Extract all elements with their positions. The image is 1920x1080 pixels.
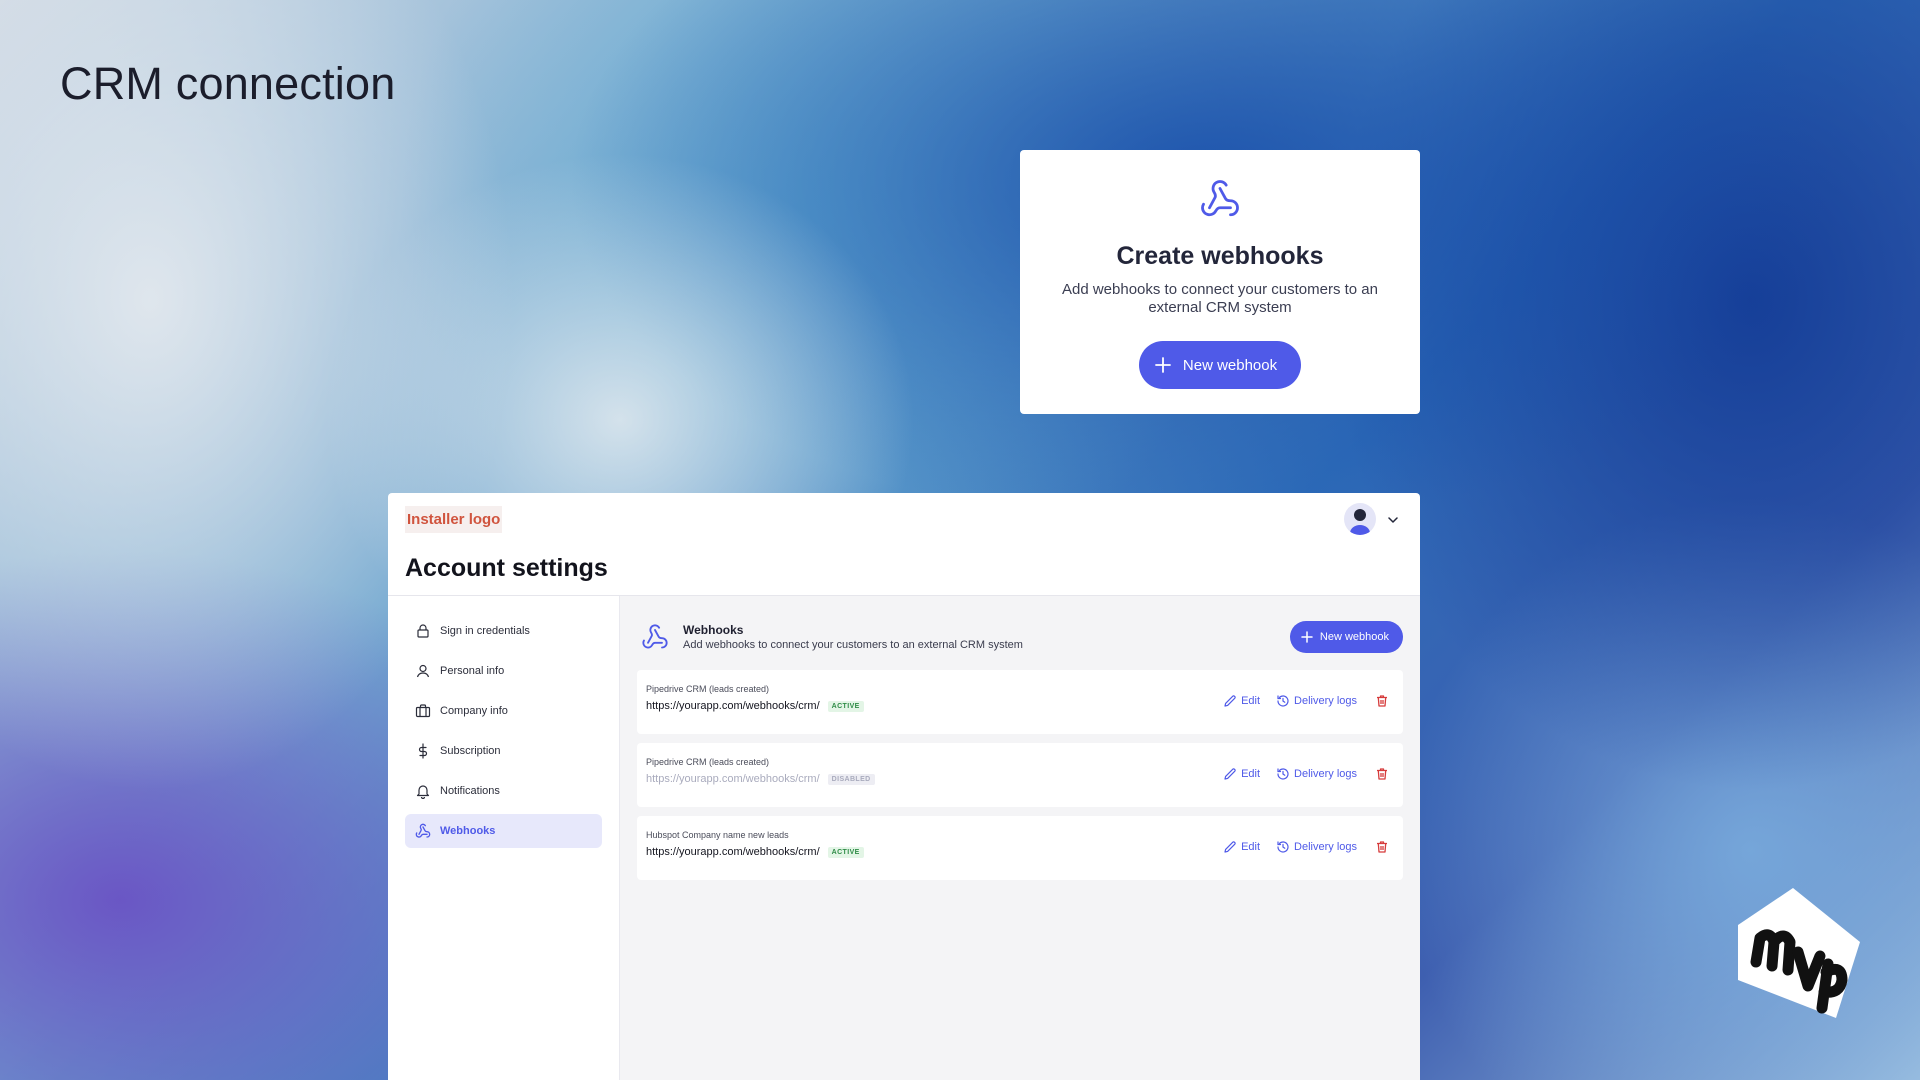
sidebar-item-label: Company info <box>440 705 508 717</box>
briefcase-icon <box>415 704 431 718</box>
page-title: Account settings <box>405 554 608 582</box>
user-icon <box>416 664 430 678</box>
edit-button[interactable]: Edit <box>1223 840 1260 854</box>
webhooks-panel: Webhooks Add webhooks to connect your cu… <box>620 596 1420 1080</box>
webhook-name: Pipedrive CRM (leads created) <box>646 684 770 694</box>
slide-title: CRM connection <box>60 58 396 109</box>
webhook-row: Pipedrive CRM (leads created) https://yo… <box>637 743 1403 807</box>
pencil-icon <box>1224 841 1236 853</box>
webhook-icon <box>415 823 431 838</box>
delivery-logs-label: Delivery logs <box>1294 695 1357 707</box>
new-webhook-button[interactable]: New webhook <box>1138 341 1302 389</box>
create-webhooks-card: Create webhooks Add webhooks to connect … <box>1020 150 1420 414</box>
trash-icon[interactable] <box>1375 694 1389 708</box>
webhook-row: Pipedrive CRM (leads created) https://yo… <box>637 670 1403 734</box>
sidebar-item-webhooks[interactable]: Webhooks <box>405 814 602 848</box>
webhook-name: Pipedrive CRM (leads created) <box>646 757 770 767</box>
webhook-row: Hubspot Company name new leads https://y… <box>637 816 1403 880</box>
pencil-icon <box>1224 768 1236 780</box>
sidebar-item-label: Notifications <box>440 785 500 797</box>
sidebar-item-label: Personal info <box>440 665 505 677</box>
webhooks-subheading: Add webhooks to connect your customers t… <box>683 639 1023 651</box>
plus-icon <box>1154 357 1171 373</box>
edit-button[interactable]: Edit <box>1223 767 1260 781</box>
app-header: Installer logo Account settings <box>388 493 1420 596</box>
sidebar-item-notifications[interactable]: Notifications <box>405 774 602 808</box>
new-webhook-button[interactable]: New webhook <box>1289 621 1403 653</box>
delivery-logs-button[interactable]: Delivery logs <box>1276 840 1357 854</box>
dollar-icon <box>418 743 428 759</box>
trash-icon[interactable] <box>1375 840 1389 854</box>
webhook-url: https://yourapp.com/webhooks/crm/ <box>646 846 820 858</box>
sidebar-item-label: Sign in credentials <box>440 625 530 637</box>
webhook-name: Hubspot Company name new leads <box>646 830 789 840</box>
webhook-icon <box>642 624 668 649</box>
delivery-logs-button[interactable]: Delivery logs <box>1276 767 1357 781</box>
avatar[interactable] <box>1344 503 1376 535</box>
delivery-logs-label: Delivery logs <box>1294 768 1357 780</box>
history-icon <box>1277 768 1289 780</box>
status-badge: DISABLED <box>827 773 875 785</box>
sidebar-item-personal-info[interactable]: Personal info <box>405 654 602 688</box>
create-card-description: Add webhooks to connect your customers t… <box>1061 281 1378 316</box>
chevron-down-icon[interactable] <box>1386 513 1400 527</box>
status-badge: ACTIVE <box>827 700 864 712</box>
sidebar-item-subscription[interactable]: Subscription <box>405 734 602 768</box>
account-settings-window: Installer logo Account settings Sign in … <box>388 493 1420 1080</box>
webhooks-header: Webhooks Add webhooks to connect your cu… <box>637 613 1403 661</box>
edit-button[interactable]: Edit <box>1223 694 1260 708</box>
webhook-url: https://yourapp.com/webhooks/crm/ <box>646 773 820 785</box>
trash-icon[interactable] <box>1375 767 1389 781</box>
mvp-logo <box>1738 888 1860 1018</box>
sidebar-item-company-info[interactable]: Company info <box>405 694 602 728</box>
delivery-logs-button[interactable]: Delivery logs <box>1276 694 1357 708</box>
sidebar-item-sign-in-credentials[interactable]: Sign in credentials <box>405 614 602 648</box>
plus-icon <box>1301 631 1313 643</box>
webhook-url: https://yourapp.com/webhooks/crm/ <box>646 700 820 712</box>
sidebar-item-label: Webhooks <box>440 825 496 837</box>
delivery-logs-label: Delivery logs <box>1294 841 1357 853</box>
create-card-title: Create webhooks <box>1116 242 1324 270</box>
user-avatar-icon <box>1350 509 1370 535</box>
history-icon <box>1277 695 1289 707</box>
lock-icon <box>417 624 429 638</box>
bell-icon <box>416 785 430 799</box>
status-badge: ACTIVE <box>827 846 864 858</box>
webhooks-heading: Webhooks <box>683 623 744 637</box>
installer-logo[interactable]: Installer logo <box>405 506 503 533</box>
sidebar-item-label: Subscription <box>440 745 501 757</box>
history-icon <box>1277 841 1289 853</box>
pencil-icon <box>1224 695 1236 707</box>
edit-label: Edit <box>1241 695 1261 707</box>
edit-label: Edit <box>1241 841 1261 853</box>
new-webhook-label: New webhook <box>1319 631 1389 643</box>
sidebar: Sign in credentials Personal info Compan… <box>388 596 620 1080</box>
edit-label: Edit <box>1241 768 1261 780</box>
webhook-icon <box>1201 180 1239 217</box>
new-webhook-label: New webhook <box>1182 356 1278 374</box>
